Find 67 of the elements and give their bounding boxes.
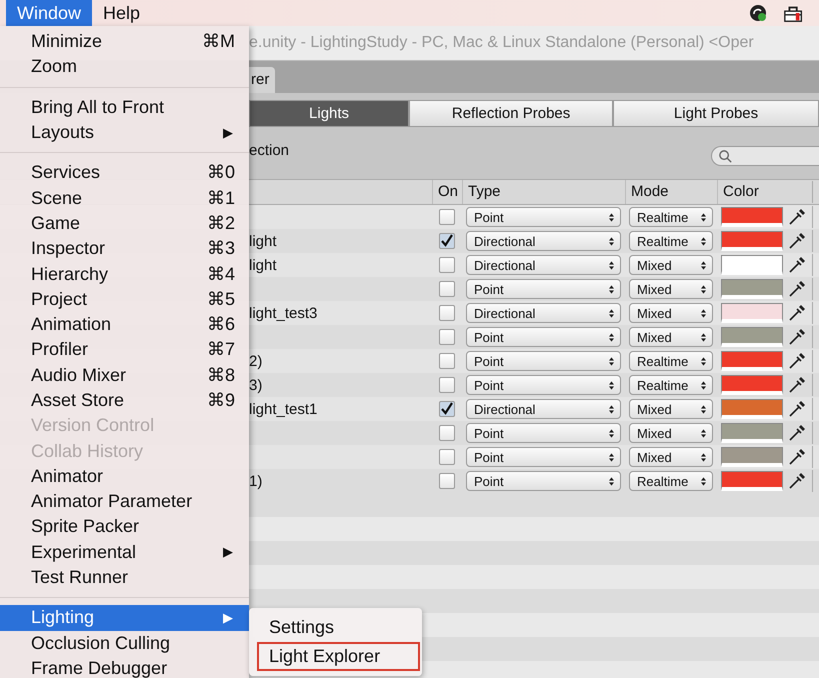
mode-dropdown[interactable]: Mixed [629, 327, 713, 347]
type-dropdown[interactable]: Directional [466, 399, 621, 419]
light-name: light_test1 [249, 400, 318, 418]
menu-item[interactable]: Animation ⌘6 [0, 312, 249, 338]
window-title: e.unity - LightingStudy - PC, Mac & Linux Standalone (Personal) <Oper [249, 34, 754, 52]
mode-dropdown[interactable]: Mixed [629, 279, 713, 299]
toolbar-tab[interactable]: Light Probes [613, 100, 819, 126]
menu-item[interactable]: Game ⌘2 [0, 210, 249, 236]
menu-item[interactable]: Occlusion Culling [0, 630, 249, 656]
light-name: 3) [249, 376, 262, 394]
column-header[interactable]: Type [462, 180, 625, 204]
mode-dropdown[interactable]: Mixed [629, 399, 713, 419]
menu-item[interactable]: Asset Store ⌘9 [0, 388, 249, 414]
menu-item[interactable]: Lighting ▶ [0, 605, 249, 631]
type-dropdown[interactable]: Point [466, 279, 621, 299]
menu-item[interactable]: Project ⌘5 [0, 286, 249, 312]
mode-dropdown[interactable]: Realtime [629, 351, 713, 371]
menu-item[interactable]: Zoom [0, 54, 249, 80]
mode-dropdown[interactable]: Mixed [629, 255, 713, 275]
toolbar-tab[interactable]: Lights [249, 100, 410, 126]
mode-dropdown[interactable]: Mixed [629, 447, 713, 467]
menu-item[interactable]: Hierarchy ⌘4 [0, 261, 249, 287]
menu-item[interactable]: Experimental ▶ [0, 540, 249, 565]
menu-item[interactable]: Frame Debugger [0, 656, 249, 678]
window-tab[interactable]: rer [249, 67, 276, 93]
column-header[interactable]: On [432, 180, 462, 204]
menu-item[interactable]: Services ⌘0 [0, 160, 249, 186]
type-dropdown[interactable]: Point [466, 447, 621, 467]
menu-bar-item[interactable]: Window [6, 0, 92, 26]
type-dropdown[interactable]: Point [466, 207, 621, 227]
mode-dropdown[interactable]: Mixed [629, 423, 713, 443]
column-header[interactable]: Color [717, 180, 812, 204]
menu-item[interactable]: Bring All to Front [0, 94, 249, 120]
mode-dropdown[interactable]: Realtime [629, 231, 713, 251]
menu-item[interactable]: Audio Mixer ⌘8 [0, 362, 249, 388]
light-name: light [249, 232, 277, 250]
light-name: 1) [249, 472, 262, 490]
menu-item[interactable]: Profiler ⌘7 [0, 337, 249, 363]
type-dropdown[interactable]: Point [466, 423, 621, 443]
type-dropdown[interactable]: Point [466, 471, 621, 491]
menu-item[interactable]: Animator [0, 464, 249, 490]
mode-dropdown[interactable]: Realtime [629, 207, 713, 227]
menu-bar-item[interactable]: Help [92, 0, 152, 26]
menu-item[interactable]: Inspector ⌘3 [0, 236, 249, 262]
light-name: light_test3 [249, 304, 318, 322]
filter-label: ection [249, 142, 290, 158]
column-header[interactable]: Mode [625, 180, 717, 204]
mode-dropdown[interactable]: Realtime [629, 471, 713, 491]
toolbar-tab[interactable]: Reflection Probes [409, 100, 614, 126]
menu-item[interactable]: Light Explorer [257, 642, 420, 671]
menu-item[interactable]: Scene ⌘1 [0, 185, 249, 211]
menu-item[interactable]: Layouts ▶ [0, 120, 249, 146]
type-dropdown[interactable]: Point [466, 327, 621, 347]
mode-dropdown[interactable]: Mixed [629, 303, 713, 323]
type-dropdown[interactable]: Directional [466, 303, 621, 323]
type-dropdown[interactable]: Point [466, 351, 621, 371]
menu-item[interactable]: Sprite Packer [0, 514, 249, 540]
menu-item[interactable]: Settings [257, 613, 420, 642]
type-dropdown[interactable]: Directional [466, 255, 621, 275]
light-name: light [249, 256, 277, 274]
type-dropdown[interactable]: Point [466, 375, 621, 395]
type-dropdown[interactable]: Directional [466, 231, 621, 251]
menu-item[interactable]: Test Runner [0, 564, 249, 590]
menu-item[interactable]: Minimize ⌘M [0, 29, 249, 54]
light-name: 2) [249, 352, 262, 370]
mode-dropdown[interactable]: Realtime [629, 375, 713, 395]
menu-item[interactable]: Animator Parameter [0, 489, 249, 514]
